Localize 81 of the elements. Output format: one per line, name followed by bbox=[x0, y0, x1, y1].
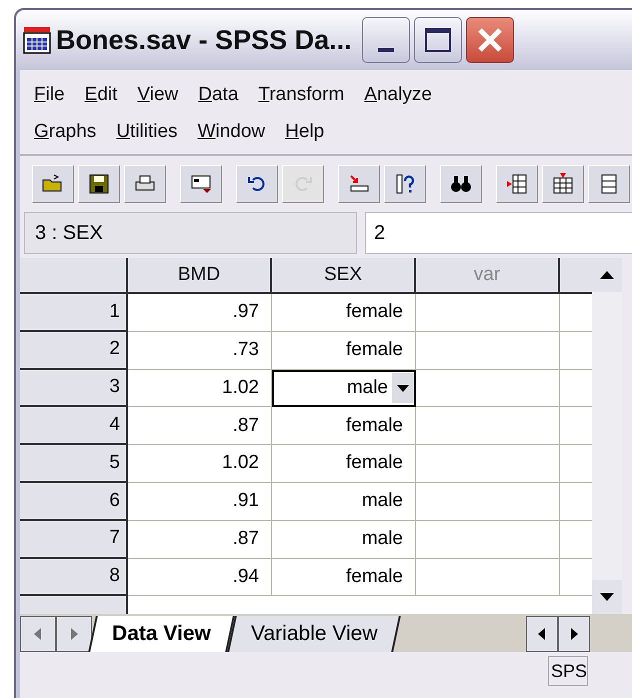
row-header[interactable]: 5 bbox=[20, 445, 128, 483]
table-cell: 1.02 bbox=[128, 370, 272, 408]
table-cell: female bbox=[272, 294, 416, 332]
row-header[interactable]: 7 bbox=[20, 520, 128, 559]
table-cell: .87 bbox=[128, 407, 272, 446]
row-header[interactable]: 8 bbox=[20, 558, 128, 596]
row-header[interactable]: 4 bbox=[20, 407, 128, 446]
table-cell: female bbox=[272, 332, 416, 370]
maximize-button[interactable] bbox=[414, 17, 462, 63]
table-cell: 1.02 bbox=[128, 445, 272, 483]
table-cell: male bbox=[272, 520, 416, 559]
tab-scroll-left[interactable] bbox=[20, 616, 56, 652]
toolbar-button[interactable] bbox=[32, 165, 74, 203]
left-arrow-icon bbox=[33, 628, 43, 640]
table-cell bbox=[560, 407, 592, 446]
column-header[interactable]: BMD bbox=[128, 258, 272, 294]
toolbar-button[interactable] bbox=[542, 165, 584, 203]
table-cell bbox=[560, 482, 592, 521]
left-arrow-icon bbox=[537, 628, 547, 640]
table-cell bbox=[560, 445, 592, 483]
menu-item[interactable]: Help bbox=[285, 113, 324, 150]
table-cell: male bbox=[272, 482, 416, 521]
table-cell: .97 bbox=[128, 294, 272, 332]
window-title: Bones.sav - SPSS Da... bbox=[56, 24, 352, 57]
table-cell bbox=[560, 370, 592, 408]
status-panel: SPS bbox=[548, 656, 588, 686]
menu-item[interactable]: Analyze bbox=[364, 76, 432, 113]
scroll-down-icon bbox=[592, 580, 622, 614]
toolbar-button[interactable] bbox=[180, 165, 222, 203]
toolbar-button[interactable] bbox=[496, 165, 538, 203]
sheet-tab[interactable]: Data View bbox=[88, 616, 235, 652]
table-cell bbox=[560, 520, 592, 559]
close-icon bbox=[476, 27, 503, 53]
table-cell: female bbox=[272, 445, 416, 483]
table-cell: .91 bbox=[128, 482, 272, 521]
toolbar-button[interactable] bbox=[384, 165, 426, 203]
cell-reference: 3 : SEX bbox=[24, 212, 357, 254]
toolbar-button[interactable] bbox=[124, 165, 166, 203]
hscroll-right[interactable] bbox=[558, 616, 590, 652]
right-arrow-icon bbox=[569, 628, 579, 640]
toolbar-button[interactable] bbox=[338, 165, 380, 203]
insert-column-icon bbox=[551, 172, 575, 196]
sheet-tab[interactable]: Variable View bbox=[227, 616, 402, 652]
table-cell: female bbox=[272, 558, 416, 596]
row-header[interactable]: 2 bbox=[20, 332, 128, 370]
table-cell: .87 bbox=[128, 520, 272, 559]
tab-scroll-right[interactable] bbox=[56, 616, 92, 652]
row-header[interactable]: 3 bbox=[20, 370, 128, 408]
cell-value-field[interactable]: 2 bbox=[365, 212, 632, 254]
minimize-button[interactable] bbox=[362, 17, 410, 63]
hscroll-left[interactable] bbox=[526, 616, 558, 652]
menu-item[interactable]: View bbox=[137, 76, 178, 113]
menu-item[interactable]: Transform bbox=[258, 76, 344, 113]
dropdown-icon bbox=[392, 373, 414, 404]
menu-item[interactable]: Graphs bbox=[34, 113, 96, 150]
table-cell: female bbox=[272, 407, 416, 446]
vertical-scrollbar[interactable] bbox=[592, 258, 622, 614]
table-cell: .94 bbox=[128, 558, 272, 596]
toolbar-button[interactable] bbox=[588, 165, 630, 203]
menu-item[interactable]: Edit bbox=[84, 76, 118, 113]
selected-cell[interactable]: male bbox=[272, 370, 416, 408]
toolbar-button[interactable] bbox=[78, 165, 120, 203]
insert-row-icon bbox=[505, 172, 529, 196]
table-cell bbox=[560, 294, 592, 332]
menu-item[interactable]: Utilities bbox=[116, 113, 178, 150]
app-icon bbox=[22, 25, 52, 55]
toolbar-button[interactable] bbox=[440, 165, 482, 203]
column-header bbox=[560, 258, 592, 294]
scroll-up-icon bbox=[592, 258, 622, 292]
table-cell bbox=[560, 558, 592, 596]
table-cell: .73 bbox=[128, 332, 272, 370]
menu-item[interactable]: Data bbox=[198, 76, 238, 113]
toolbar-button[interactable] bbox=[236, 165, 278, 203]
table-cell bbox=[560, 332, 592, 370]
column-header[interactable]: SEX bbox=[272, 258, 416, 294]
close-button[interactable] bbox=[466, 17, 514, 63]
menu-item[interactable]: Window bbox=[198, 113, 266, 150]
row-header[interactable]: 1 bbox=[20, 294, 128, 332]
right-arrow-icon bbox=[69, 628, 79, 640]
row-header[interactable]: 6 bbox=[20, 482, 128, 521]
menu-item[interactable]: File bbox=[34, 76, 65, 113]
